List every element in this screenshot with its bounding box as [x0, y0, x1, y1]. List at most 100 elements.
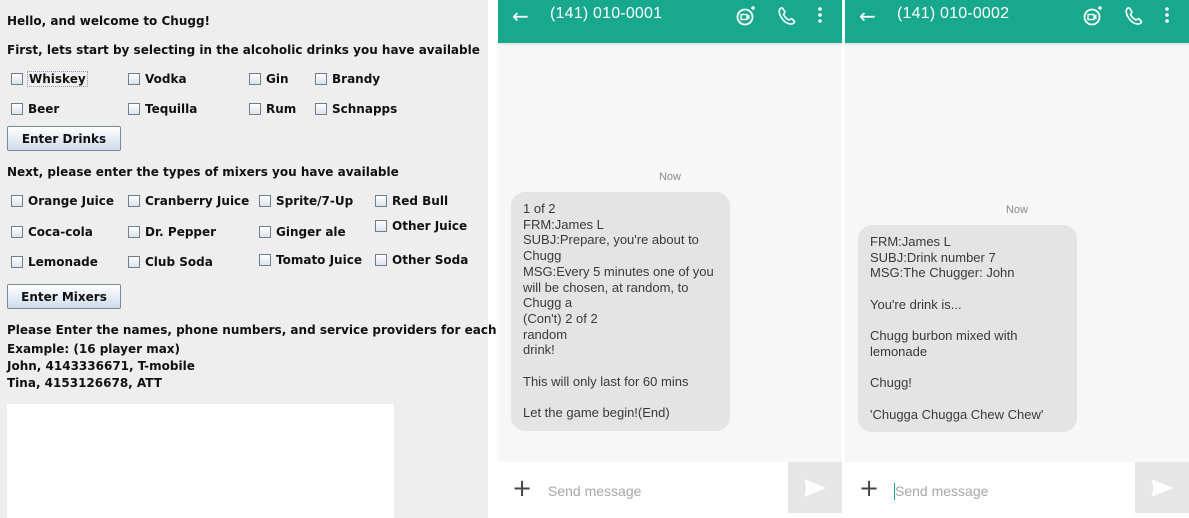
example-player-1: John, 4143336671, T-mobile: [7, 359, 195, 373]
more-vert-icon[interactable]: [814, 4, 826, 28]
checkbox-box[interactable]: [375, 254, 387, 266]
checkbox-dr-pepper[interactable]: Dr. Pepper: [128, 224, 216, 240]
example-player-2: Tina, 4153126678, ATT: [7, 376, 162, 390]
checkbox-box[interactable]: [249, 73, 261, 85]
mixers-prompt: Next, please enter the types of mixers y…: [7, 165, 399, 179]
message-bubble: FRM:James L SUBJ:Drink number 7 MSG:The Ch…: [858, 225, 1077, 432]
message-line: SUBJ:Prepare, you're about to: [523, 232, 699, 248]
message-line: [523, 358, 718, 374]
checkbox-tequilla[interactable]: Tequilla: [128, 101, 197, 117]
greeting-text: Hello, and welcome to Chugg!: [7, 14, 211, 28]
message-line: SUBJ:Drink number 7: [870, 249, 996, 265]
send-icon: [1151, 478, 1173, 497]
checkbox-brandy[interactable]: Brandy: [315, 71, 380, 87]
message-input[interactable]: [548, 481, 778, 501]
send-icon: [804, 478, 826, 497]
checkbox-box[interactable]: [11, 226, 23, 238]
back-arrow-icon[interactable]: ←: [512, 4, 529, 28]
message-line: Let the game begin!(End): [523, 405, 670, 421]
send-button[interactable]: [1135, 462, 1189, 513]
players-text-area[interactable]: [7, 404, 394, 518]
checkbox-box[interactable]: [128, 103, 140, 115]
contact-number: (141) 010-0002: [897, 5, 1010, 22]
checkbox-label: Club Soda: [145, 255, 213, 269]
example-label: Example: (16 player max): [7, 342, 181, 356]
message-line: (Con't) 2 of 2: [523, 310, 598, 326]
phone-icon[interactable]: [776, 4, 798, 28]
checkbox-other-juice[interactable]: Other Juice: [375, 218, 467, 234]
checkbox-gin[interactable]: Gin: [249, 71, 289, 87]
checkbox-box[interactable]: [128, 256, 140, 268]
message-line: [870, 391, 1065, 407]
checkbox-club-soda[interactable]: Club Soda: [128, 254, 213, 270]
checkbox-box[interactable]: [259, 226, 271, 238]
message-bubble: 1 of 2 FRM:James L SUBJ:Prepare, you're ab…: [511, 192, 730, 431]
more-vert-icon[interactable]: [1161, 4, 1173, 28]
checkbox-box[interactable]: [128, 73, 140, 85]
message-line: Chugg: [523, 248, 562, 264]
checkbox-box[interactable]: [315, 73, 327, 85]
checkbox-box[interactable]: [128, 195, 140, 207]
message-line: drink!: [523, 342, 555, 358]
checkbox-box[interactable]: [11, 256, 23, 268]
checkbox-box[interactable]: [11, 103, 23, 115]
message-line: [523, 389, 718, 405]
checkbox-label: Lemonade: [28, 255, 98, 269]
checkbox-cranberry-juice[interactable]: Cranberry Juice: [128, 193, 249, 209]
add-icon[interactable]: +: [859, 476, 879, 500]
checkbox-rum[interactable]: Rum: [249, 101, 296, 117]
checkbox-ginger-ale[interactable]: Ginger ale: [259, 224, 346, 240]
enter-mixers-button[interactable]: Enter Mixers: [7, 284, 121, 309]
add-icon[interactable]: +: [512, 476, 532, 500]
message-line: Chugg burbon mixed with: [870, 328, 1018, 344]
app-bar: ← (141) 010-0001: [498, 0, 842, 43]
checkbox-tomato-juice[interactable]: Tomato Juice: [259, 252, 362, 268]
checkbox-label: Tomato Juice: [276, 253, 362, 267]
checkbox-label: Dr. Pepper: [145, 225, 217, 239]
checkbox-beer[interactable]: Beer: [11, 101, 59, 117]
checkbox-box[interactable]: [128, 226, 140, 238]
checkbox-box[interactable]: [11, 73, 23, 85]
checkbox-lemonade[interactable]: Lemonade: [11, 254, 98, 270]
checkbox-box[interactable]: [259, 254, 271, 266]
checkbox-orange-juice[interactable]: Orange Juice: [11, 193, 114, 209]
checkbox-other-soda[interactable]: Other Soda: [375, 252, 468, 268]
checkbox-schnapps[interactable]: Schnapps: [315, 101, 397, 117]
checkbox-box[interactable]: [375, 195, 387, 207]
app-bar: ← (141) 010-0002: [845, 0, 1189, 43]
message-line: Chugg!: [870, 375, 912, 391]
video-call-icon[interactable]: [734, 4, 758, 28]
checkbox-box[interactable]: [259, 195, 271, 207]
checkbox-label: Coca-cola: [28, 225, 93, 239]
checkbox-box[interactable]: [11, 195, 23, 207]
chat-pane-1: ← (141) 010-0001 Now 1 of 2 FRM:James L SU…: [498, 0, 842, 518]
checkbox-box[interactable]: [375, 220, 387, 232]
back-arrow-icon[interactable]: ←: [859, 4, 876, 28]
message-input[interactable]: [895, 481, 1125, 501]
checkbox-coca-cola[interactable]: Coca-cola: [11, 224, 93, 240]
checkbox-whiskey[interactable]: Whiskey: [11, 71, 88, 87]
checkbox-label: Ginger ale: [276, 225, 346, 239]
phone-icon[interactable]: [1123, 4, 1145, 28]
message-line: MSG:Every 5 minutes one of you: [523, 263, 714, 279]
checkbox-vodka[interactable]: Vodka: [128, 71, 187, 87]
chat-pane-2: ← (141) 010-0002 Now FRM:James L SUBJ:Dri…: [845, 0, 1189, 518]
checkbox-label: Orange Juice: [28, 194, 115, 208]
enter-drinks-button[interactable]: Enter Drinks: [7, 126, 121, 151]
checkbox-label: Brandy: [332, 72, 381, 86]
checkbox-label: Other Soda: [392, 253, 469, 267]
checkbox-label: Vodka: [145, 72, 187, 86]
send-button[interactable]: [788, 462, 842, 513]
video-call-icon[interactable]: [1081, 4, 1105, 28]
checkbox-box[interactable]: [249, 103, 261, 115]
message-line: random: [523, 326, 568, 342]
checkbox-sprite[interactable]: Sprite/7-Up: [259, 193, 353, 209]
message-timestamp: Now: [658, 171, 681, 183]
message-line: lemonade: [870, 343, 928, 359]
message-line: will be chosen, at random, to: [523, 279, 689, 295]
checkbox-red-bull[interactable]: Red Bull: [375, 193, 448, 209]
checkbox-label: Red Bull: [392, 194, 449, 208]
message-timestamp: Now: [1005, 204, 1028, 216]
checkbox-box[interactable]: [315, 103, 327, 115]
checkbox-label: Other Juice: [392, 219, 468, 233]
